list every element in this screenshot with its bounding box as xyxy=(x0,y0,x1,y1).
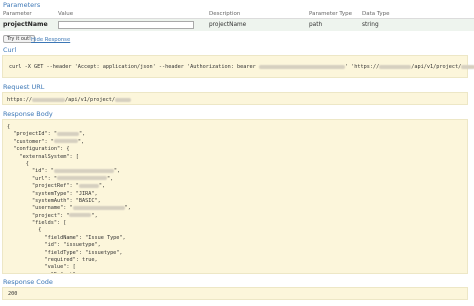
response-body-box: { "projectId": " ", "customer": " ", "conf… xyxy=(2,119,468,274)
response-code-box: 200 xyxy=(2,287,468,300)
response-code-value: 200 xyxy=(8,291,18,297)
redacted-value xyxy=(53,168,114,173)
header-parameter: Parameter xyxy=(3,11,32,17)
redacted-host xyxy=(32,97,65,102)
json-line-text: "externalSystem": [ xyxy=(7,153,79,160)
curl-text-1: curl -X GET --header 'Accept: applicatio… xyxy=(9,64,259,70)
json-line-text: "fieldType": "issuetype", xyxy=(7,249,123,256)
json-line: "username": " ", xyxy=(7,205,131,212)
request-url: https:// /api/v1/project/ xyxy=(7,97,131,103)
header-description: Description xyxy=(209,11,241,17)
json-line-text: { xyxy=(7,227,42,234)
header-parameter-type: Parameter Type xyxy=(309,11,352,17)
response-body-title: Response Body xyxy=(3,110,53,118)
request-url-title: Request URL xyxy=(3,83,45,91)
json-line-text: { xyxy=(7,160,29,167)
json-line: "configuration": { xyxy=(7,146,131,153)
redacted-token xyxy=(258,64,345,69)
data-type: string xyxy=(362,22,379,28)
json-line-suffix: ", xyxy=(77,138,85,145)
json-line: "fieldName": "Issue Type", xyxy=(7,235,131,242)
request-url-box: https:// /api/v1/project/ xyxy=(2,92,468,105)
redacted-value xyxy=(69,213,92,218)
redacted-value xyxy=(56,176,107,181)
parameter-type: path xyxy=(309,22,323,28)
json-line: { xyxy=(7,227,131,234)
parameter-name: projectName xyxy=(3,21,48,28)
curl-title: Curl xyxy=(3,46,17,54)
project-name-input[interactable] xyxy=(58,21,194,29)
json-line: "value": [ xyxy=(7,264,131,271)
json-line-text: "customer": " xyxy=(7,138,54,145)
redacted-value xyxy=(78,183,99,188)
json-line-text: "username": " xyxy=(7,205,73,212)
parameter-row: projectName projectName path string xyxy=(0,19,474,31)
json-line-suffix: ", xyxy=(98,183,106,190)
json-line-text: "fieldName": "Issue Type", xyxy=(7,234,126,241)
redacted-value xyxy=(72,205,125,210)
json-line-text: "Defect" xyxy=(7,272,76,273)
json-line-suffix: ", xyxy=(78,131,86,138)
json-line: "customer": " ", xyxy=(7,139,131,146)
json-line-suffix: ", xyxy=(113,168,121,175)
redacted-value xyxy=(53,139,78,144)
json-line: "project": " ", xyxy=(7,213,131,220)
curl-box: curl -X GET --header 'Accept: applicatio… xyxy=(2,55,474,78)
json-line: { xyxy=(7,161,131,168)
json-line: "fieldType": "issuetype", xyxy=(7,250,131,257)
redacted-project xyxy=(114,97,131,102)
curl-text-2: ' 'https:// xyxy=(344,64,380,70)
json-line-text: { xyxy=(7,124,11,130)
json-line: "externalSystem": [ xyxy=(7,154,131,161)
header-value: Value xyxy=(58,11,74,17)
redacted-value xyxy=(56,131,79,136)
json-line: { xyxy=(7,124,131,131)
response-code-title: Response Code xyxy=(3,278,53,286)
curl-text-3: /api/v1/project/ xyxy=(411,64,462,70)
parameters-table-header: Parameter Value Description Parameter Ty… xyxy=(0,11,474,19)
json-line-text: "value": [ xyxy=(7,264,76,271)
json-line-text: "configuration": { xyxy=(7,146,70,153)
json-line: "projectId": " ", xyxy=(7,131,131,138)
json-line: "projectRef": " ", xyxy=(7,183,131,190)
json-line-text: "id": "issuetype", xyxy=(7,242,101,249)
redacted-host xyxy=(379,64,412,69)
redacted-project xyxy=(461,64,474,69)
json-line: "id": " ", xyxy=(7,168,131,175)
json-line: "fields": [ xyxy=(7,220,131,227)
hide-response-link[interactable]: Hide Response xyxy=(31,37,70,43)
url-text-1: https:// xyxy=(7,97,32,103)
header-data-type: Data Type xyxy=(362,11,390,17)
json-line-text: "required": true, xyxy=(7,257,98,264)
json-line-text: "fields": [ xyxy=(7,220,67,227)
json-line-text: "systemAuth": "BASIC", xyxy=(7,197,101,204)
json-line-suffix: ", xyxy=(124,205,131,212)
json-line-suffix: ", xyxy=(91,212,98,219)
json-line: "id": "issuetype", xyxy=(7,242,131,249)
json-line-text: "projectRef": " xyxy=(7,183,79,190)
json-line-text: "projectId": " xyxy=(7,131,57,138)
json-line: "systemAuth": "BASIC", xyxy=(7,198,131,205)
json-line: "required": true, xyxy=(7,257,131,264)
parameter-description: projectName xyxy=(209,22,247,28)
json-line: "Defect" xyxy=(7,272,131,273)
json-line-text: "project": " xyxy=(7,212,70,219)
json-line-text: "url": " xyxy=(7,175,57,182)
parameters-title: Parameters xyxy=(3,1,41,9)
json-line-text: "id": " xyxy=(7,168,54,175)
curl-command: curl -X GET --header 'Accept: applicatio… xyxy=(9,64,474,70)
json-line-text: "systemType": "JIRA", xyxy=(7,190,98,197)
json-line-suffix: ", xyxy=(106,175,114,182)
url-text-2: /api/v1/project/ xyxy=(65,97,115,103)
json-line: "url": " ", xyxy=(7,176,131,183)
response-body-json: { "projectId": " ", "customer": " ", "conf… xyxy=(7,124,131,273)
json-line: "systemType": "JIRA", xyxy=(7,191,131,198)
